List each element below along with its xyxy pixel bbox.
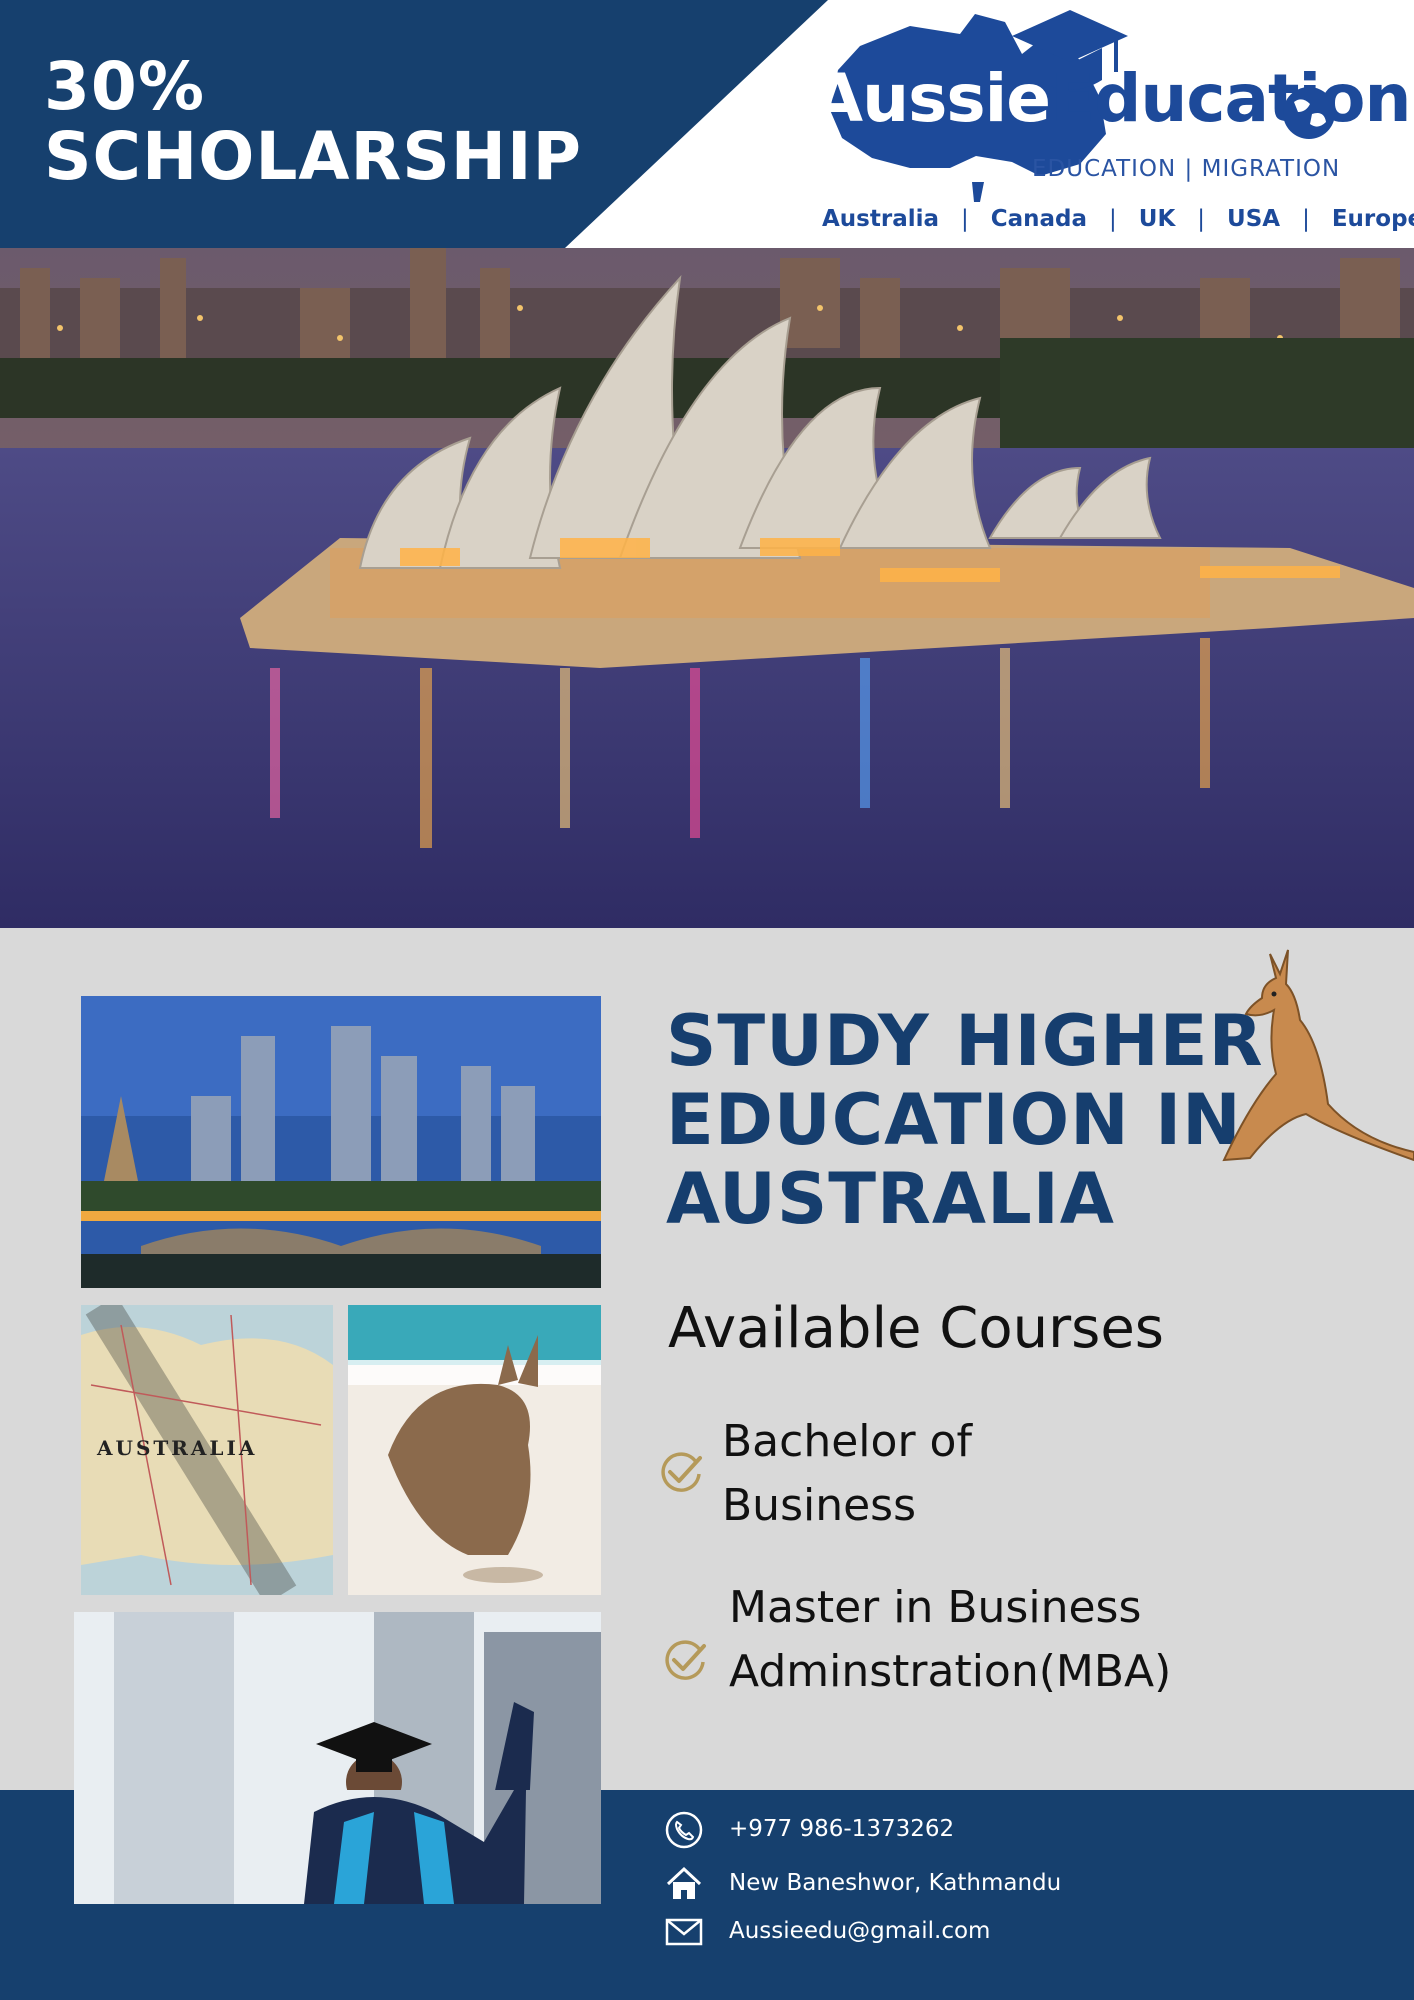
brand-tagline: EDUCATION | MIGRATION [1032,156,1341,182]
contact-address: New Baneshwor, Kathmandu [729,1870,1062,1896]
kangaroo-beach-photo [348,1305,601,1595]
country-item: Canada [990,206,1088,232]
headline-line-1: STUDY HIGHER [666,1000,1264,1082]
course-item: Master in Business Adminstration(MBA) [729,1576,1171,1704]
headline-line-3: AUSTRALIA [666,1158,1115,1240]
brand-part2: Education [1050,60,1411,137]
promo-line-1: 30% [44,48,205,125]
brand-part1: Aussie [812,60,1051,137]
kangaroo-illustration [1222,949,1414,1162]
mail-icon [665,1918,703,1946]
course-item: Bachelor of Business [722,1410,972,1538]
country-item: UK [1138,206,1176,232]
country-item: USA [1227,206,1281,232]
graduate-photo-overlay [74,1790,601,1904]
australia-map-photo: AUSTRALIA [81,1305,333,1595]
contact-phone[interactable]: +977 986-1373262 [729,1816,954,1842]
divider: | [1197,206,1206,232]
promo-title: 30% SCHOLARSHIP [44,52,582,192]
city-skyline-photo [81,996,601,1288]
promo-line-2: SCHOLARSHIP [44,118,582,195]
divider: | [1302,206,1310,232]
country-item: Australia [822,206,940,232]
course-line-1: Master in Business [729,1582,1142,1633]
headline: STUDY HIGHER EDUCATION IN AUSTRALIA [666,1002,1263,1239]
home-icon [666,1866,702,1899]
course-line-2: Adminstration(MBA) [729,1646,1172,1697]
country-list: Australia | Canada | UK | USA | Europe [808,206,1414,232]
course-line-1: Bachelor of [722,1416,972,1467]
map-label: AUSTRALIA [96,1436,257,1460]
courses-title: Available Courses [668,1296,1164,1361]
globe-icon [1283,87,1335,139]
country-item: Europe [1331,206,1414,232]
contact-email[interactable]: Aussieedu@gmail.com [729,1918,990,1944]
course-line-2: Business [722,1480,917,1531]
check-circle-icon [665,1640,706,1680]
check-circle-icon [661,1452,702,1492]
phone-icon [665,1811,703,1849]
sydney-opera-house-photo [0,248,1414,928]
divider: | [961,206,969,232]
headline-line-2: EDUCATION IN [666,1079,1242,1161]
divider: | [1109,206,1117,232]
